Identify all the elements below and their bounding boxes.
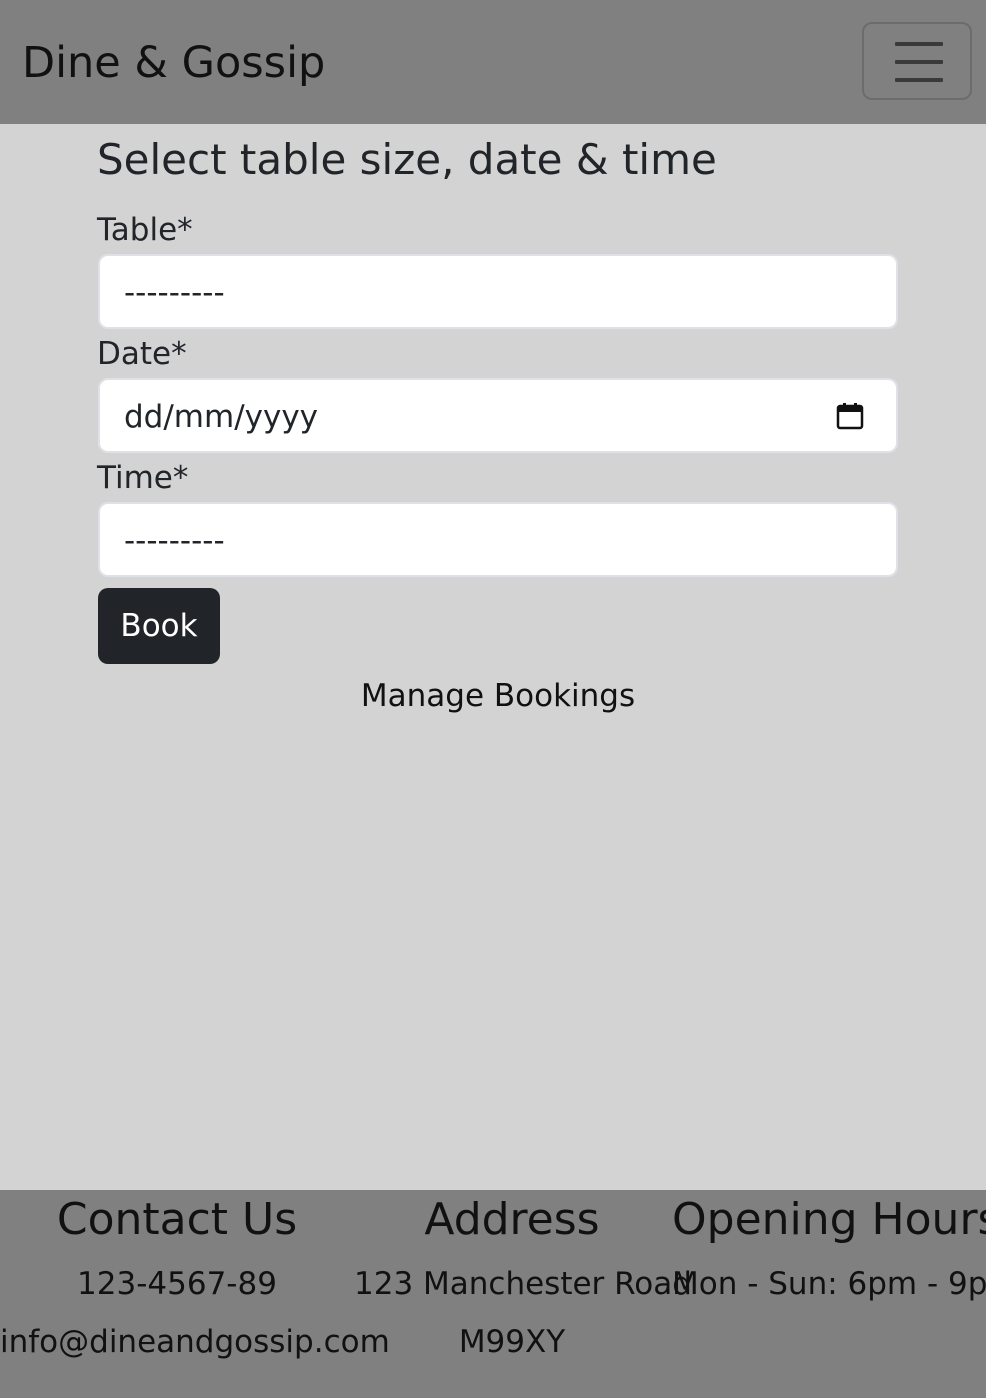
footer: Contact Us 123-4567-89 info@dineandgossi… <box>0 1190 986 1398</box>
table-select[interactable]: --------- <box>98 254 898 329</box>
calendar-icon[interactable] <box>836 402 864 430</box>
book-button[interactable]: Book <box>98 588 220 664</box>
opening-hours-heading: Opening Hours <box>672 1194 986 1245</box>
opening-hours-line: Mon - Sun: 6pm - 9pm <box>672 1266 986 1302</box>
date-label: Date* <box>97 336 187 372</box>
navbar: Dine & Gossip <box>0 0 986 124</box>
manage-bookings-link[interactable]: Manage Bookings <box>0 676 986 716</box>
brand-link[interactable]: Dine & Gossip <box>22 34 325 92</box>
address-heading: Address <box>424 1194 600 1245</box>
hamburger-menu-icon-bar <box>895 78 943 82</box>
time-select-value: --------- <box>124 523 225 559</box>
date-input[interactable]: dd/mm/yyyy <box>98 378 898 453</box>
time-label: Time* <box>97 460 189 496</box>
contact-email[interactable]: info@dineandgossip.com <box>0 1322 390 1362</box>
hamburger-menu-icon-bar <box>895 60 943 64</box>
address-line-2: M99XY <box>458 1324 566 1360</box>
date-input-placeholder: dd/mm/yyyy <box>124 399 319 435</box>
contact-phone: 123-4567-89 <box>77 1266 277 1302</box>
navbar-toggle-button[interactable] <box>862 22 972 100</box>
contact-us-heading: Contact Us <box>56 1194 298 1245</box>
table-label: Table* <box>97 212 193 248</box>
address-line-1: 123 Manchester Road <box>354 1266 692 1302</box>
page-title: Select table size, date & time <box>97 135 717 184</box>
booking-main: Select table size, date & time Table* --… <box>0 124 986 1190</box>
time-select[interactable]: --------- <box>98 502 898 577</box>
table-select-value: --------- <box>124 275 225 311</box>
hamburger-menu-icon <box>895 42 943 46</box>
